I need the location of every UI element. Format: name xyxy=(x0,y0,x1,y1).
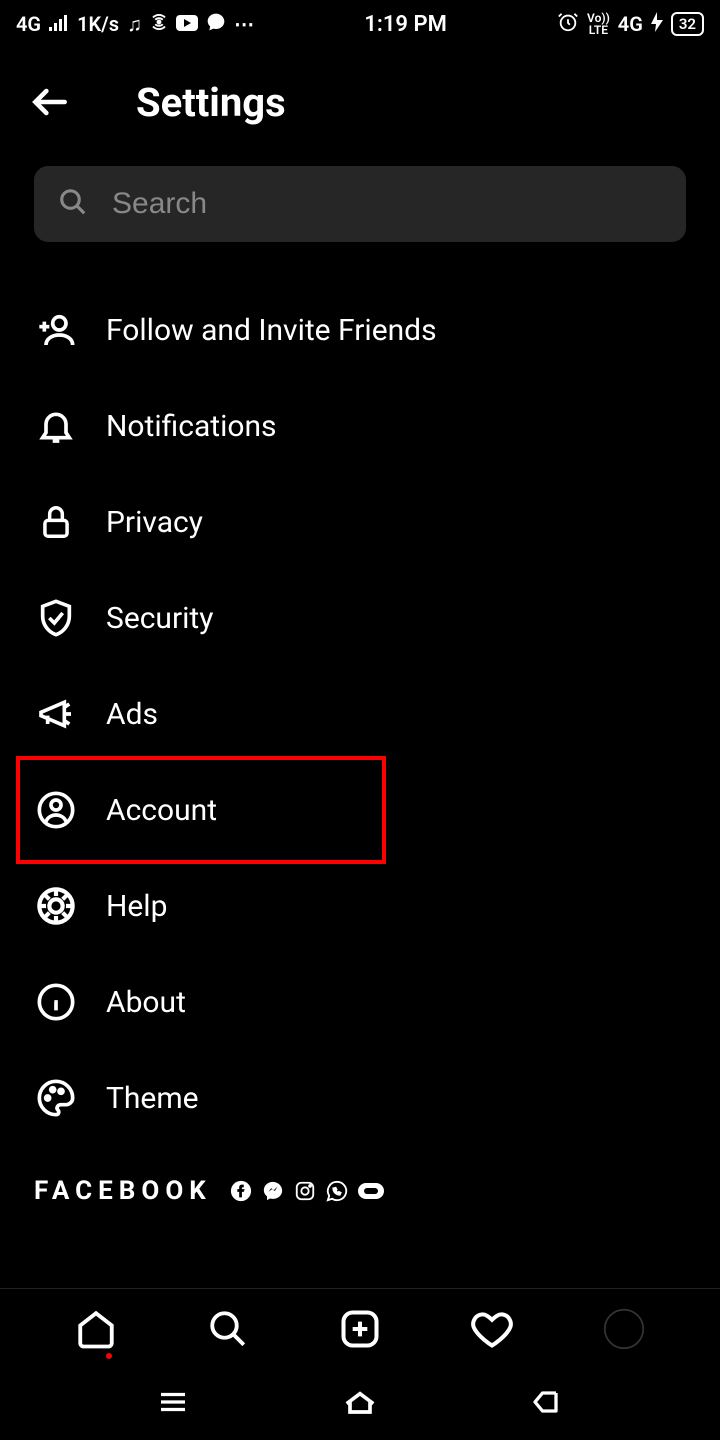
menu-label: Security xyxy=(106,601,213,636)
menu-label: Help xyxy=(106,889,167,924)
system-nav xyxy=(0,1368,720,1440)
battery-indicator: 32 xyxy=(671,12,704,36)
nav-profile[interactable] xyxy=(600,1305,648,1353)
menu-item-theme[interactable]: Theme xyxy=(34,1050,686,1146)
more-icon: ⋯ xyxy=(234,12,254,36)
status-bar: 4G 1K/s ♫ ⋯ 1:19 PM Vo))LTE 4G 32 xyxy=(0,0,720,48)
info-icon xyxy=(34,980,78,1024)
data-label: 4G xyxy=(618,12,643,36)
bell-icon xyxy=(34,404,78,448)
chat-icon xyxy=(206,12,226,37)
bottom-nav xyxy=(0,1288,720,1368)
volte-label: Vo))LTE xyxy=(587,12,610,36)
music-icon: ♫ xyxy=(127,12,142,37)
header: Settings xyxy=(0,48,720,166)
status-time: 1:19 PM xyxy=(364,12,447,37)
megaphone-icon xyxy=(34,692,78,736)
menu-label: Notifications xyxy=(106,409,277,444)
sys-recents[interactable] xyxy=(155,1384,191,1424)
network-label: 4G xyxy=(16,12,41,36)
page-title: Settings xyxy=(136,79,286,126)
instagram-icon xyxy=(294,1180,316,1202)
speed-label: 1K/s xyxy=(77,12,119,36)
status-right: Vo))LTE 4G 32 xyxy=(557,11,704,38)
menu-item-help[interactable]: Help xyxy=(34,858,686,954)
search-icon xyxy=(58,187,88,221)
oculus-icon xyxy=(358,1183,384,1199)
menu-label: Ads xyxy=(106,697,158,732)
search-input[interactable] xyxy=(112,187,662,221)
charging-icon xyxy=(651,12,663,37)
sys-home[interactable] xyxy=(340,1382,380,1426)
menu-label: Account xyxy=(106,793,217,828)
nav-activity[interactable] xyxy=(468,1305,516,1353)
menu-list: Follow and Invite Friends Notifications … xyxy=(0,282,720,1146)
menu-item-privacy[interactable]: Privacy xyxy=(34,474,686,570)
menu-label: About xyxy=(106,985,186,1020)
status-left: 4G 1K/s ♫ ⋯ xyxy=(16,12,254,37)
messenger-icon xyxy=(262,1180,284,1202)
help-icon xyxy=(34,884,78,928)
palette-icon xyxy=(34,1076,78,1120)
back-button[interactable] xyxy=(28,78,76,126)
lock-icon xyxy=(34,500,78,544)
facebook-icon xyxy=(230,1180,252,1202)
menu-item-follow-invite[interactable]: Follow and Invite Friends xyxy=(34,282,686,378)
signal-icon xyxy=(49,12,69,36)
menu-item-about[interactable]: About xyxy=(34,954,686,1050)
menu-item-ads[interactable]: Ads xyxy=(34,666,686,762)
brand-icons xyxy=(230,1180,384,1202)
alarm-icon xyxy=(557,11,579,38)
menu-label: Theme xyxy=(106,1081,199,1116)
nav-create[interactable] xyxy=(336,1305,384,1353)
nav-search[interactable] xyxy=(204,1305,252,1353)
menu-item-security[interactable]: Security xyxy=(34,570,686,666)
hotspot-icon xyxy=(150,12,168,36)
nav-home[interactable] xyxy=(72,1305,120,1353)
search-container[interactable] xyxy=(34,166,686,242)
menu-item-notifications[interactable]: Notifications xyxy=(34,378,686,474)
account-icon xyxy=(34,788,78,832)
sys-back[interactable] xyxy=(529,1384,565,1424)
menu-item-account[interactable]: Account xyxy=(34,762,686,858)
facebook-section: FACEBOOK xyxy=(0,1146,720,1206)
shield-icon xyxy=(34,596,78,640)
notification-dot xyxy=(106,1353,112,1359)
person-add-icon xyxy=(34,308,78,352)
youtube-icon xyxy=(176,12,198,36)
facebook-brand: FACEBOOK xyxy=(34,1176,212,1206)
menu-label: Follow and Invite Friends xyxy=(106,313,437,348)
menu-label: Privacy xyxy=(106,505,203,540)
whatsapp-icon xyxy=(326,1180,348,1202)
